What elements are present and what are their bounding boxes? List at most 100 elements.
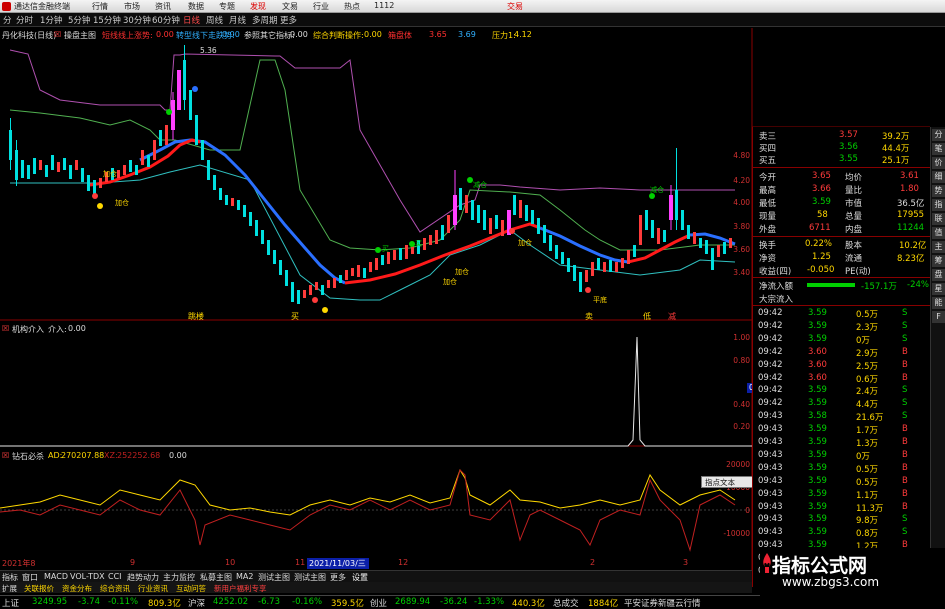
sidebar-button[interactable]: 星 — [932, 283, 945, 295]
tick-side: S — [902, 411, 908, 422]
tab-ma2[interactable]: MA2 — [236, 572, 253, 581]
sidebar-button[interactable]: 值 — [932, 227, 945, 239]
sidebar-button[interactable]: 细 — [932, 171, 945, 183]
broker-name[interactable]: 平安证券新疆云行情 — [624, 597, 701, 609]
tick-price: 3.60 — [808, 372, 827, 383]
stat-row: 今开 3.65 均价 3.61 — [759, 171, 919, 183]
bid-row: 买五 3.55 25.1万 — [759, 154, 910, 166]
tick-volume: 1.7万 — [856, 426, 879, 437]
tick-price: 3.59 — [808, 527, 827, 538]
tab-composite-news[interactable]: 综合资讯 — [100, 583, 130, 594]
date-label: 10 — [225, 558, 236, 567]
sidebar-button[interactable]: 分 — [932, 129, 945, 141]
tab-cci[interactable]: CCI — [108, 572, 122, 581]
right-sidebar: 分笔价细势指联值主筹盘星能F — [930, 127, 945, 587]
sidebar-button[interactable]: 能 — [932, 297, 945, 309]
tick-row: 09:43 3.59 0.5万 B — [756, 476, 928, 488]
sidebar-button[interactable]: 筹 — [932, 255, 945, 267]
stat-row: 最高 3.66 量比 1.80 — [759, 184, 919, 196]
tick-time: 09:43 — [758, 424, 783, 435]
divider — [753, 236, 931, 237]
quote-panel: 卖三 3.57 39.2万 买四 3.56 44.4万 买五 3.55 25.1… — [752, 127, 931, 587]
tick-price: 3.59 — [808, 449, 827, 460]
tick-row: 09:42 3.59 0万 S — [756, 334, 928, 346]
panel3-name[interactable]: 钻石必杀 — [12, 451, 44, 462]
sidebar-button[interactable]: 主 — [932, 241, 945, 253]
tick-price: 3.60 — [808, 346, 827, 357]
price-axis-label: 4.20 — [733, 176, 750, 185]
tick-volume: 1.1万 — [856, 490, 879, 501]
extension-tabs: 扩展 关联报价 资金分布 综合资讯 行业资讯 互动问答 新用户福利专享 — [0, 582, 752, 593]
total-label: 总成交 — [553, 599, 579, 609]
tab-related-quote[interactable]: 关联报价 — [24, 583, 54, 594]
ad-line — [0, 468, 736, 516]
tick-price: 3.59 — [808, 424, 827, 435]
sidebar-button[interactable]: F — [932, 311, 945, 323]
tab-qa[interactable]: 互动问答 — [176, 583, 206, 594]
close-box-icon[interactable]: ☒ — [2, 324, 9, 333]
marker-tiaolou: 跳楼 — [188, 312, 204, 321]
tab-fund-distribution[interactable]: 资金分布 — [62, 583, 92, 594]
divider — [753, 277, 931, 278]
tick-time: 09:43 — [758, 527, 783, 538]
net-flow-row: 净流入额 -157.1万 -24% — [759, 280, 929, 292]
tick-side: B — [902, 488, 908, 499]
signal-label: 加仓 — [455, 268, 469, 276]
signal-label: 加仓 — [443, 278, 457, 286]
date-label: 3 — [683, 558, 689, 567]
tick-volume: 0.6万 — [856, 374, 879, 385]
tick-price: 3.59 — [808, 320, 827, 331]
tick-price: 3.59 — [808, 308, 827, 318]
panel3-axis-label: -10000 — [723, 529, 750, 538]
cy-index: 2689.94 — [395, 597, 431, 607]
sz-change: -6.73 — [258, 597, 280, 607]
tick-side: S — [902, 333, 908, 344]
stat-row: 换手 0.22% 股本 10.2亿 — [759, 239, 927, 251]
sh-amount: 809.3亿 — [148, 599, 181, 609]
sh-label[interactable]: 上证 — [2, 597, 19, 609]
watermark-title: 指标公式网 — [772, 555, 868, 577]
tick-time: 09:43 — [758, 462, 783, 473]
tick-price: 3.59 — [808, 437, 827, 447]
tick-row: 09:42 3.59 2.4万 S — [756, 385, 928, 397]
tick-side: B — [902, 501, 908, 512]
panel3-axis-label: 20000 — [726, 460, 750, 469]
tick-volume: 0.5万 — [856, 310, 879, 320]
sidebar-button[interactable]: 笔 — [932, 143, 945, 155]
stat-row: 净资 1.25 流通 8.23亿 — [759, 252, 925, 264]
close-box-icon[interactable]: ☒ — [2, 451, 9, 460]
total-amount: 1884亿 — [588, 599, 619, 609]
sidebar-button[interactable]: 价 — [932, 157, 945, 169]
tick-side: B — [902, 437, 908, 447]
cy-label[interactable]: 创业 — [370, 597, 387, 609]
tab-vol-tdx[interactable]: VOL-TDX — [70, 572, 105, 581]
tab-industry-news[interactable]: 行业资讯 — [138, 583, 168, 594]
date-label: 12 — [398, 558, 409, 567]
tab-new-user-welfare[interactable]: 新用户福利专享 — [214, 583, 267, 594]
support-line — [9, 59, 735, 251]
tab-extend[interactable]: 扩展 — [2, 583, 17, 594]
tab-macd[interactable]: MACD — [44, 572, 68, 581]
tick-side: S — [902, 385, 908, 396]
stat-row: 外盘 6711 内盘 11244 — [759, 223, 925, 235]
sz-pct: -0.16% — [292, 597, 323, 607]
tick-volume: 2.4万 — [856, 387, 879, 398]
cy-amount: 440.3亿 — [512, 599, 545, 609]
tick-price: 3.59 — [808, 398, 827, 409]
sidebar-button[interactable]: 盘 — [932, 269, 945, 281]
tick-time: 09:43 — [758, 475, 783, 486]
tick-side: S — [902, 398, 908, 409]
sz-label[interactable]: 沪深 — [188, 597, 205, 609]
cy-pct: -1.33% — [474, 597, 505, 607]
sidebar-button[interactable]: 联 — [932, 213, 945, 225]
price-axis-label: 3.80 — [733, 222, 750, 231]
panel3-xz: 252252.68 — [117, 451, 161, 460]
tick-time: 09:43 — [758, 501, 783, 512]
tick-volume: 0.5万 — [856, 477, 879, 488]
panel3-header: ☒ 钻石必杀 AD: 270207.88 XZ: 252252.68 0.00 — [0, 449, 752, 461]
panel3-v3: 0.00 — [169, 451, 187, 460]
panel2-name[interactable]: 机构介入 — [12, 324, 44, 335]
sidebar-button[interactable]: 指 — [932, 199, 945, 211]
indicator-tabs: 指标 窗口 MACD VOL-TDX CCI 趋势动力 主力监控 私募主图 MA… — [0, 570, 752, 582]
sidebar-button[interactable]: 势 — [932, 185, 945, 197]
